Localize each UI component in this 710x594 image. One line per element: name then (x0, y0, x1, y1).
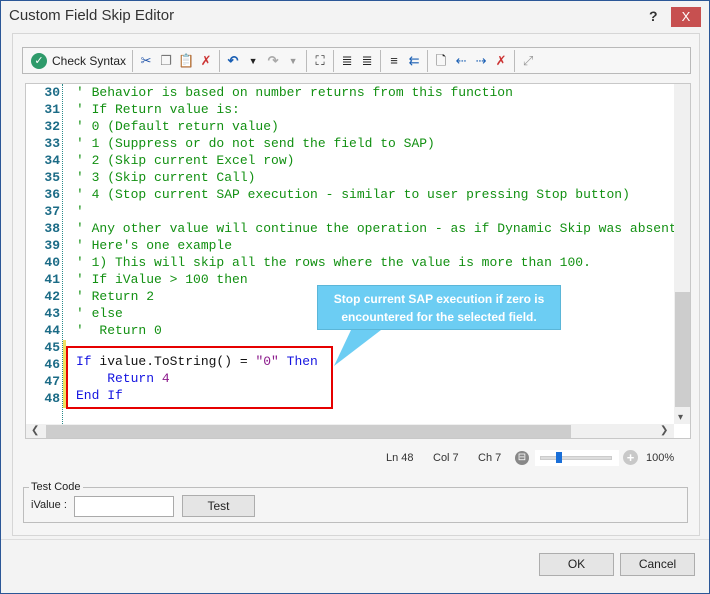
test-button[interactable]: Test (182, 495, 255, 517)
close-button[interactable]: X (671, 7, 701, 27)
zoom-slider[interactable] (535, 450, 619, 466)
line-number: 42 (44, 289, 60, 304)
code-line: ' If Return value is: (76, 102, 240, 117)
column-status: Col 7 (433, 452, 459, 464)
code-line: ' Return 0 (76, 323, 162, 338)
undo-icon[interactable]: ↶ (225, 53, 241, 69)
char-status: Ch 7 (478, 452, 502, 464)
line-number: 32 (44, 119, 60, 134)
code-line: ' 2 (Skip current Excel row) (76, 153, 295, 168)
line-number: 46 (44, 357, 60, 372)
bookmark-icon[interactable]: 🗋 (433, 53, 449, 69)
code-line: ' 1 (Suppress or do not send the field t… (76, 136, 435, 151)
paste-icon[interactable]: 📋 (178, 53, 194, 69)
code-line: ' 1) This will skip all the rows where t… (76, 255, 591, 270)
check-syntax-button[interactable]: ✓ Check Syntax (26, 50, 129, 72)
code-line: ' 0 (Default return value) (76, 119, 279, 134)
line-number: 43 (44, 306, 60, 321)
find-icon[interactable]: ⛶ (312, 53, 328, 69)
test-code-label: Test Code (29, 481, 83, 493)
line-number: 30 (44, 85, 60, 100)
fullscreen-icon[interactable]: ⤢ (520, 53, 536, 69)
line-number: 40 (44, 255, 60, 270)
ivalue-input[interactable] (74, 496, 174, 517)
next-bookmark-icon[interactable]: ⇢ (473, 53, 489, 69)
dialog-window: Custom Field Skip Editor ? X ✓ Check Syn… (0, 0, 710, 594)
code-line: ' 4 (Stop current SAP execution - simila… (76, 187, 630, 202)
scroll-left-icon[interactable]: ❮ (31, 425, 39, 436)
help-button[interactable]: ? (649, 8, 658, 24)
line-number: 45 (44, 340, 60, 355)
vertical-scroll-thumb[interactable] (675, 292, 690, 407)
zoom-in-icon[interactable]: + (623, 450, 638, 465)
line-number: 34 (44, 153, 60, 168)
zoom-slider-thumb[interactable] (556, 452, 562, 463)
comment-icon[interactable]: ≡ (386, 53, 402, 69)
redo-dropdown-icon[interactable]: ▼ (285, 53, 301, 69)
code-line: ' else (76, 306, 123, 321)
prev-bookmark-icon[interactable]: ⇠ (453, 53, 469, 69)
line-status: Ln 48 (386, 452, 414, 464)
line-number: 44 (44, 323, 60, 338)
zoom-level: 100% (646, 452, 675, 464)
window-title: Custom Field Skip Editor (9, 7, 175, 24)
ok-button[interactable]: OK (539, 553, 614, 576)
code-line: ' 3 (Skip current Call) (76, 170, 256, 185)
callout-tooltip: Stop current SAP execution if zero is enc… (317, 285, 561, 330)
clear-icon[interactable]: ✗ (198, 53, 214, 69)
redo-icon[interactable]: ↷ (265, 53, 281, 69)
code-line: ' Behavior is based on number returns fr… (76, 85, 513, 100)
highlight-box (66, 346, 333, 409)
toolbar: ✓ Check Syntax ✂ ❐ 📋 ✗ ↶ ▼ ↷ ▼ ⛶ ≣ ≣ ≡ ⇇… (22, 47, 691, 74)
check-syntax-label: Check Syntax (52, 53, 127, 68)
code-line: ' If iValue > 100 then (76, 272, 248, 287)
zoom-out-icon[interactable]: ⊟ (515, 451, 529, 465)
line-number: 36 (44, 187, 60, 202)
line-number: 48 (44, 391, 60, 406)
clear-bookmarks-icon[interactable]: ✗ (493, 53, 509, 69)
cancel-button[interactable]: Cancel (620, 553, 695, 576)
line-number: 47 (44, 374, 60, 389)
horizontal-scrollbar[interactable]: ❮ ❯ (26, 424, 674, 438)
undo-dropdown-icon[interactable]: ▼ (245, 53, 261, 69)
indent-icon[interactable]: ≣ (339, 53, 355, 69)
code-line: ' Here's one example (76, 238, 233, 253)
check-icon: ✓ (31, 52, 47, 69)
line-number: 37 (44, 204, 60, 219)
outdent-icon[interactable]: ≣ (359, 53, 375, 69)
scroll-right-icon[interactable]: ❯ (660, 425, 668, 436)
code-line: ' Return 2 (76, 289, 155, 304)
horizontal-scroll-thumb[interactable] (46, 425, 571, 438)
line-number: 38 (44, 221, 60, 236)
uncomment-icon[interactable]: ⇇ (406, 53, 422, 69)
code-line: ' Any other value will continue the oper… (76, 221, 677, 236)
line-number: 33 (44, 136, 60, 151)
ivalue-label: iValue : (31, 499, 67, 511)
scroll-down-icon[interactable]: ▾ (678, 412, 683, 423)
line-number: 31 (44, 102, 60, 117)
line-number: 39 (44, 238, 60, 253)
code-line: ' (76, 204, 84, 219)
line-number: 35 (44, 170, 60, 185)
cut-icon[interactable]: ✂ (138, 53, 154, 69)
vertical-scrollbar[interactable]: ▾ (674, 84, 690, 424)
line-number: 41 (44, 272, 60, 287)
copy-icon[interactable]: ❐ (158, 53, 174, 69)
